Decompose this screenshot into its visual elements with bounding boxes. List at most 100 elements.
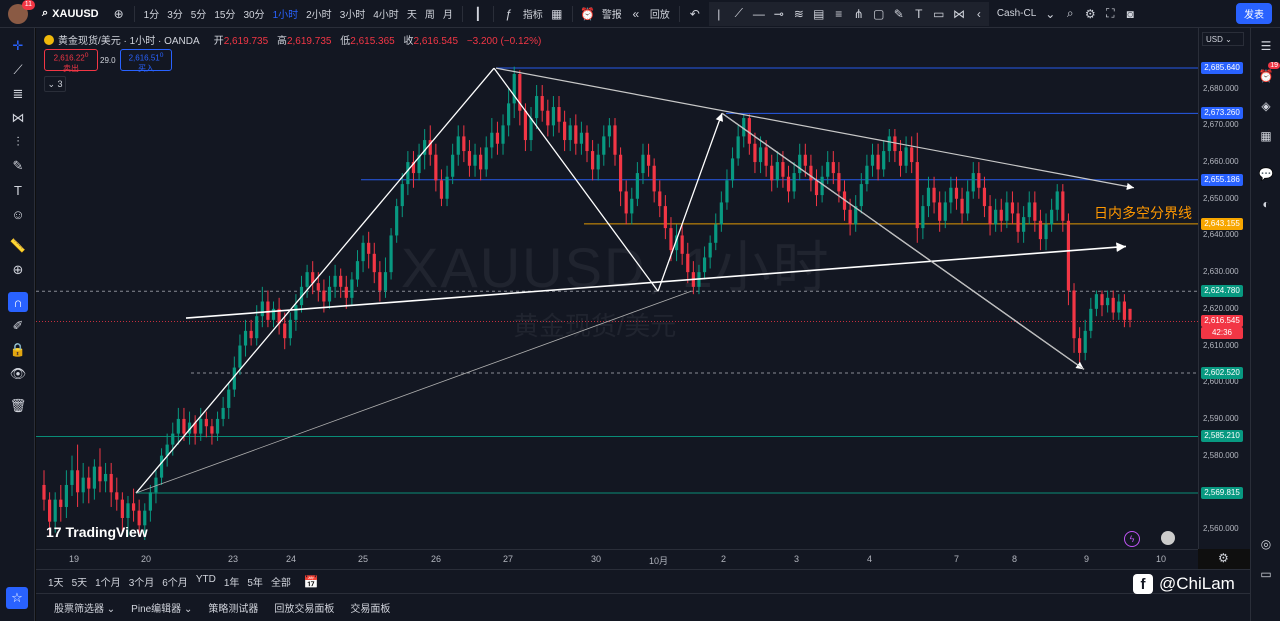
layout-name[interactable]: Cash-CL [993,8,1040,19]
fullscreen-icon[interactable]: ⛶ [1100,4,1120,24]
range-3[interactable]: 3个月 [125,574,159,589]
horizontal-line-icon[interactable]: ⊸ [769,4,789,24]
fib-icon[interactable]: ≡ [829,4,849,24]
interval-1[interactable]: 3分 [163,6,187,21]
alert-icon[interactable]: ⏰ [578,4,598,24]
quick-search-icon[interactable]: ⌕ [1060,4,1080,24]
bottom-tab-2[interactable]: 策略测试器 [200,600,266,615]
help-icon[interactable]: ◎ [1256,534,1276,554]
indicator-collapse-button[interactable]: ⌄ 3 [44,76,66,92]
publish-button[interactable]: 发表 [1236,3,1272,24]
brush-icon[interactable]: ✎ [8,156,28,176]
pitchfork-icon[interactable]: ⋔ [849,4,869,24]
buy-button[interactable]: 2,616.510 买入 [120,49,172,73]
settings-icon[interactable]: ⚙ [1080,4,1100,24]
text-icon[interactable]: T [909,4,929,24]
replay-icon[interactable]: « [626,4,646,24]
chevron-down-icon[interactable]: ⌄ [181,604,192,615]
pattern-icon[interactable]: ⋈ [8,108,28,128]
long-position-icon[interactable]: ▤ [809,4,829,24]
vertical-line-icon[interactable]: | [709,4,729,24]
parallel-channel-icon[interactable]: ≋ [789,4,809,24]
layers-icon[interactable]: ◈ [1256,96,1276,116]
trend-line-icon[interactable]: ⟋ [729,4,749,24]
interval-7[interactable]: 3小时 [336,6,370,21]
trend-line[interactable] [185,242,1127,319]
interval-5[interactable]: 1小时 [269,6,303,21]
rectangle-icon[interactable]: ▢ [869,4,889,24]
chevron-down-icon[interactable]: ⌄ [1040,4,1060,24]
trend-line[interactable] [135,67,495,494]
text-icon[interactable]: T [8,180,28,200]
bottom-tab-3[interactable]: 回放交易面板 [266,600,342,615]
chevron-left-icon[interactable]: ‹ [969,4,989,24]
pattern-icon[interactable]: ⋈ [949,4,969,24]
panel-icon[interactable]: ▭ [1256,564,1276,584]
interval-4[interactable]: 30分 [239,6,268,21]
stay-drawing-icon[interactable]: ✐ [8,316,28,336]
range-0[interactable]: 1天 [44,574,68,589]
chevron-down-icon[interactable]: ⌄ [104,604,115,615]
price-axis[interactable]: 2,680.000 2,670.000 2,660.000 2,650.000 2,64… [1198,28,1250,549]
axis-settings-icon[interactable]: ⚙ [1218,551,1229,565]
chart-pane[interactable]: XAUUSD, 1小时 黄金现货/美元 日内多空分界线 17 TradingVi… [36,28,1198,549]
interval-8[interactable]: 4小时 [369,6,403,21]
forecast-icon[interactable]: ⫶ [8,132,28,152]
horizontal-ray-icon[interactable]: — [749,4,769,24]
trend-line[interactable] [495,67,1135,190]
range-4[interactable]: 6个月 [158,574,192,589]
range-7[interactable]: 5年 [243,574,267,589]
user-avatar[interactable]: 11 [8,0,35,24]
sell-button[interactable]: 2,616.220 卖出 [44,49,98,73]
time-axis[interactable]: 19 20 23 24 25 26 27 30 10月 2 3 4 7 8 9 10 [36,549,1198,569]
us-flag-icon[interactable] [1161,531,1175,545]
interval-3[interactable]: 15分 [210,6,239,21]
range-2[interactable]: 1个月 [91,574,125,589]
indicators-icon[interactable]: ƒ [499,4,519,24]
star-icon[interactable]: ☆ [6,587,28,609]
indicators-button[interactable]: 指标 [519,6,547,21]
interval-11[interactable]: 月 [439,6,457,21]
bottom-tab-0[interactable]: 股票筛选器 ⌄ [46,600,123,615]
range-6[interactable]: 1年 [220,574,244,589]
emoji-icon[interactable]: ☺ [8,204,28,224]
alert-button[interactable]: 警报 [598,6,626,21]
replay-button[interactable]: 回放 [646,6,674,21]
zoom-in-icon[interactable]: ⊕ [8,260,28,280]
undo-icon[interactable]: ↶ [685,4,705,24]
bottom-tab-4[interactable]: 交易面板 [342,600,398,615]
candlestick-chart[interactable] [36,28,1198,549]
templates-icon[interactable]: ▦ [547,4,567,24]
callout-icon[interactable]: ▭ [929,4,949,24]
fib-retracement-icon[interactable]: ≣ [8,84,28,104]
crosshair-icon[interactable]: ✛ [8,36,28,56]
eye-icon[interactable]: 👁 [8,364,28,384]
date-range-icon[interactable]: 📅 [301,572,321,592]
candles-icon[interactable]: ┃ [468,4,488,24]
data-window-icon[interactable]: ▦ [1256,126,1276,146]
watchlist-icon[interactable]: ☰ [1256,36,1276,56]
range-5[interactable]: YTD [192,574,220,589]
interval-0[interactable]: 1分 [140,6,164,21]
brush-icon[interactable]: ✎ [889,4,909,24]
compare-add-icon[interactable]: ⊕ [109,4,129,24]
interval-10[interactable]: 周 [421,6,439,21]
bottom-tab-1[interactable]: Pine编辑器 ⌄ [123,600,200,615]
chat-icon[interactable]: 💬 [1256,164,1276,184]
camera-icon[interactable]: ◙ [1120,4,1140,24]
magnet-icon[interactable]: ∩ [8,292,28,312]
trend-line[interactable] [657,113,724,292]
range-1[interactable]: 5天 [68,574,92,589]
ideas-icon[interactable]: ◐ [1256,194,1276,214]
lightning-icon[interactable]: ϟ [1124,531,1140,547]
interval-9[interactable]: 天 [403,6,421,21]
trash-icon[interactable]: 🗑 [8,396,28,416]
interval-2[interactable]: 5分 [187,6,211,21]
alerts-clock-icon[interactable]: ⏰ 19 [1256,62,1280,86]
lock-icon[interactable]: 🔒 [8,340,28,360]
legend-title[interactable]: 黄金现货/美元 · 1小时 · OANDA [58,32,200,47]
symbol-search[interactable]: ⌕ XAUUSD [42,7,99,20]
range-8[interactable]: 全部 [267,574,295,589]
interval-6[interactable]: 2小时 [302,6,336,21]
ruler-icon[interactable]: 📏 [8,236,28,256]
